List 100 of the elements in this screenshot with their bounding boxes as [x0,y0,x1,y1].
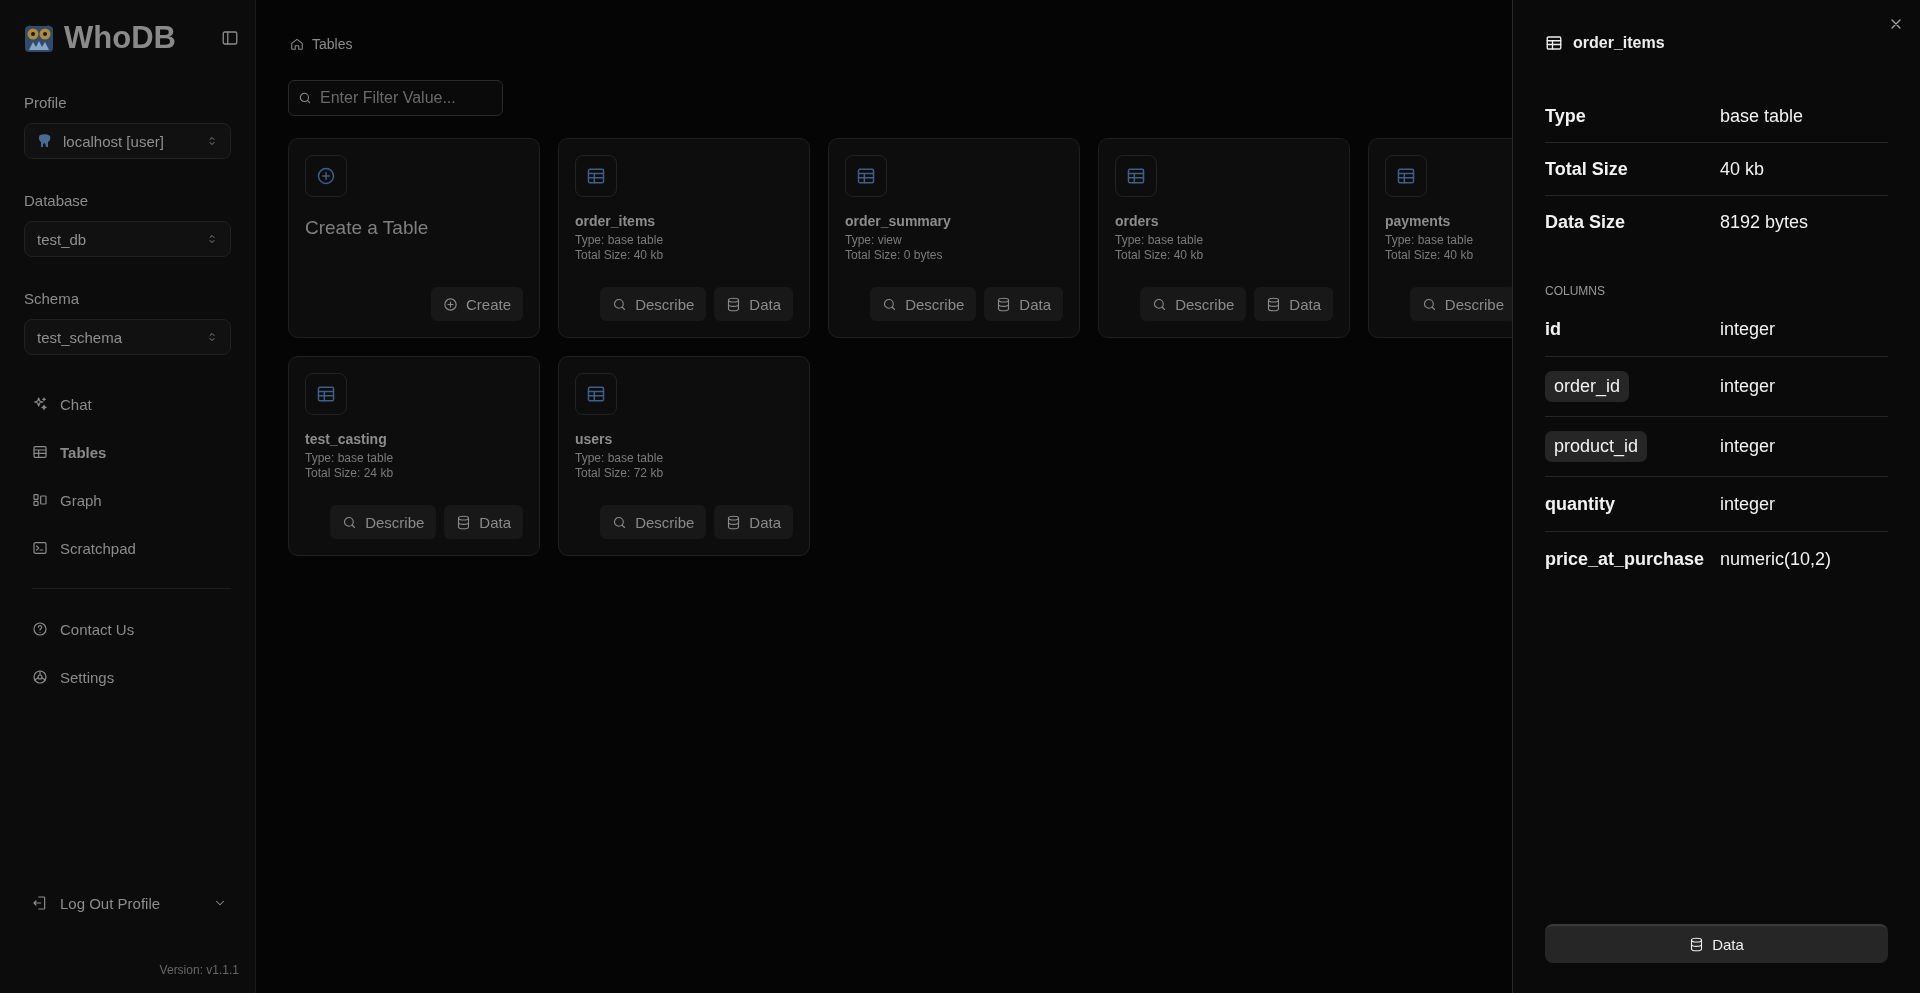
chevrons-icon [206,135,218,147]
database-icon [456,514,472,530]
field-label: Profile [24,94,68,111]
sidebar-icon [221,29,239,47]
key-column-chip: order_id [1545,371,1630,402]
nav-item[interactable]: Settings [24,653,239,701]
column-type: integer [1720,493,1777,515]
table-type: Type: base table [575,451,664,466]
table-icon [586,384,606,404]
field-label: Schema [24,290,81,307]
owl-logo-icon [24,23,54,53]
data-button[interactable]: Data [444,505,523,539]
plus-circle-icon [316,166,336,186]
select-field[interactable]: localhost [user] [24,123,231,159]
column-type: integer [1720,436,1777,457]
table-type: Type: base table [1115,233,1204,248]
column-name: price_at_purchase [1545,548,1706,570]
table-size: Total Size: 72 kb [575,466,664,481]
sidebar-toggle-button[interactable] [221,29,239,47]
data-button[interactable]: Data [714,505,793,539]
nav-item[interactable]: Scratchpad [24,524,239,572]
version-text: Version: v1.1.1 [158,963,239,977]
describe-button[interactable]: Describe [600,505,707,539]
column-type: numeric(10,2) [1720,548,1833,570]
database-icon [726,296,742,312]
nav-item[interactable]: Graph [24,476,239,524]
table-size: Total Size: 40 kb [1385,248,1474,263]
property-label: Type [1545,105,1587,127]
table-icon [32,444,48,460]
plus-circle-icon [442,296,458,312]
property-value: base table [1720,105,1805,127]
property-value: 8192 bytes [1720,211,1810,233]
table-name: order_summary [845,213,951,229]
search-icon [882,296,898,312]
nav-item[interactable]: Contact Us [24,605,239,653]
key-column-chip: product_id [1545,431,1648,462]
search-icon [612,514,628,530]
table-type: Type: base table [575,233,664,248]
settings-icon [32,669,48,685]
table-size: Total Size: 40 kb [1115,248,1204,263]
search-icon [612,296,628,312]
field-label: Database [24,192,90,209]
describe-button[interactable]: Describe [600,287,707,321]
nav-item[interactable]: Chat [24,380,239,428]
card-title: Create a Table [305,217,429,239]
create-button[interactable]: Create [430,287,523,321]
chevrons-icon [206,233,218,245]
data-button[interactable]: Data [1254,287,1333,321]
help-icon [32,621,48,637]
panel-title: order_items [1573,34,1665,52]
nav-item[interactable]: Tables [24,428,239,476]
table-size: Total Size: 24 kb [305,466,394,481]
table-name: test_casting [305,431,387,447]
table-icon [856,166,876,186]
data-button[interactable]: Data [1545,924,1888,963]
chevrons-icon [206,331,218,343]
graph-icon [32,492,48,508]
describe-button[interactable]: Describe [870,287,977,321]
table-type: Type: base table [1385,233,1474,248]
logout-button[interactable]: Log Out Profile [24,883,239,923]
table-size: Total Size: 40 kb [575,248,664,263]
table-icon [586,166,606,186]
describe-button[interactable]: Describe [1140,287,1247,321]
filter-field[interactable]: Enter Filter Value... [288,80,503,116]
terminal-icon [32,540,48,556]
table-icon [1396,166,1416,186]
section-heading: COLUMNS [1545,284,1606,298]
column-name: quantity [1545,493,1616,515]
column-name: id [1545,318,1562,340]
data-button[interactable]: Data [714,287,793,321]
search-icon [342,514,358,530]
describe-button[interactable]: Describe [330,505,437,539]
table-name: payments [1385,213,1451,229]
search-icon [298,91,312,105]
search-icon [1152,296,1168,312]
table-name: order_items [575,213,656,229]
property-label: Total Size [1545,158,1629,180]
column-type: integer [1720,376,1777,397]
database-icon [726,514,742,530]
data-button[interactable]: Data [984,287,1063,321]
breadcrumb-link[interactable]: Tables [312,36,353,52]
table-icon [1545,34,1563,52]
sparkles-icon [32,396,48,412]
table-type: Type: base table [305,451,394,466]
table-type: Type: view [845,233,902,248]
table-name: orders [1115,213,1159,229]
table-icon [1126,166,1146,186]
column-type: integer [1720,318,1777,340]
property-label: Data Size [1545,211,1627,233]
search-icon [1421,296,1437,312]
table-icon [316,384,336,404]
app-name: WhoDB [64,20,177,56]
table-size: Total Size: 0 bytes [845,248,943,263]
select-field[interactable]: test_schema [24,319,231,355]
database-icon [1266,296,1282,312]
database-icon [1689,937,1705,952]
database-icon [996,296,1012,312]
select-field[interactable]: test_db [24,221,231,257]
table-name: users [575,431,613,447]
home-icon [290,37,304,51]
